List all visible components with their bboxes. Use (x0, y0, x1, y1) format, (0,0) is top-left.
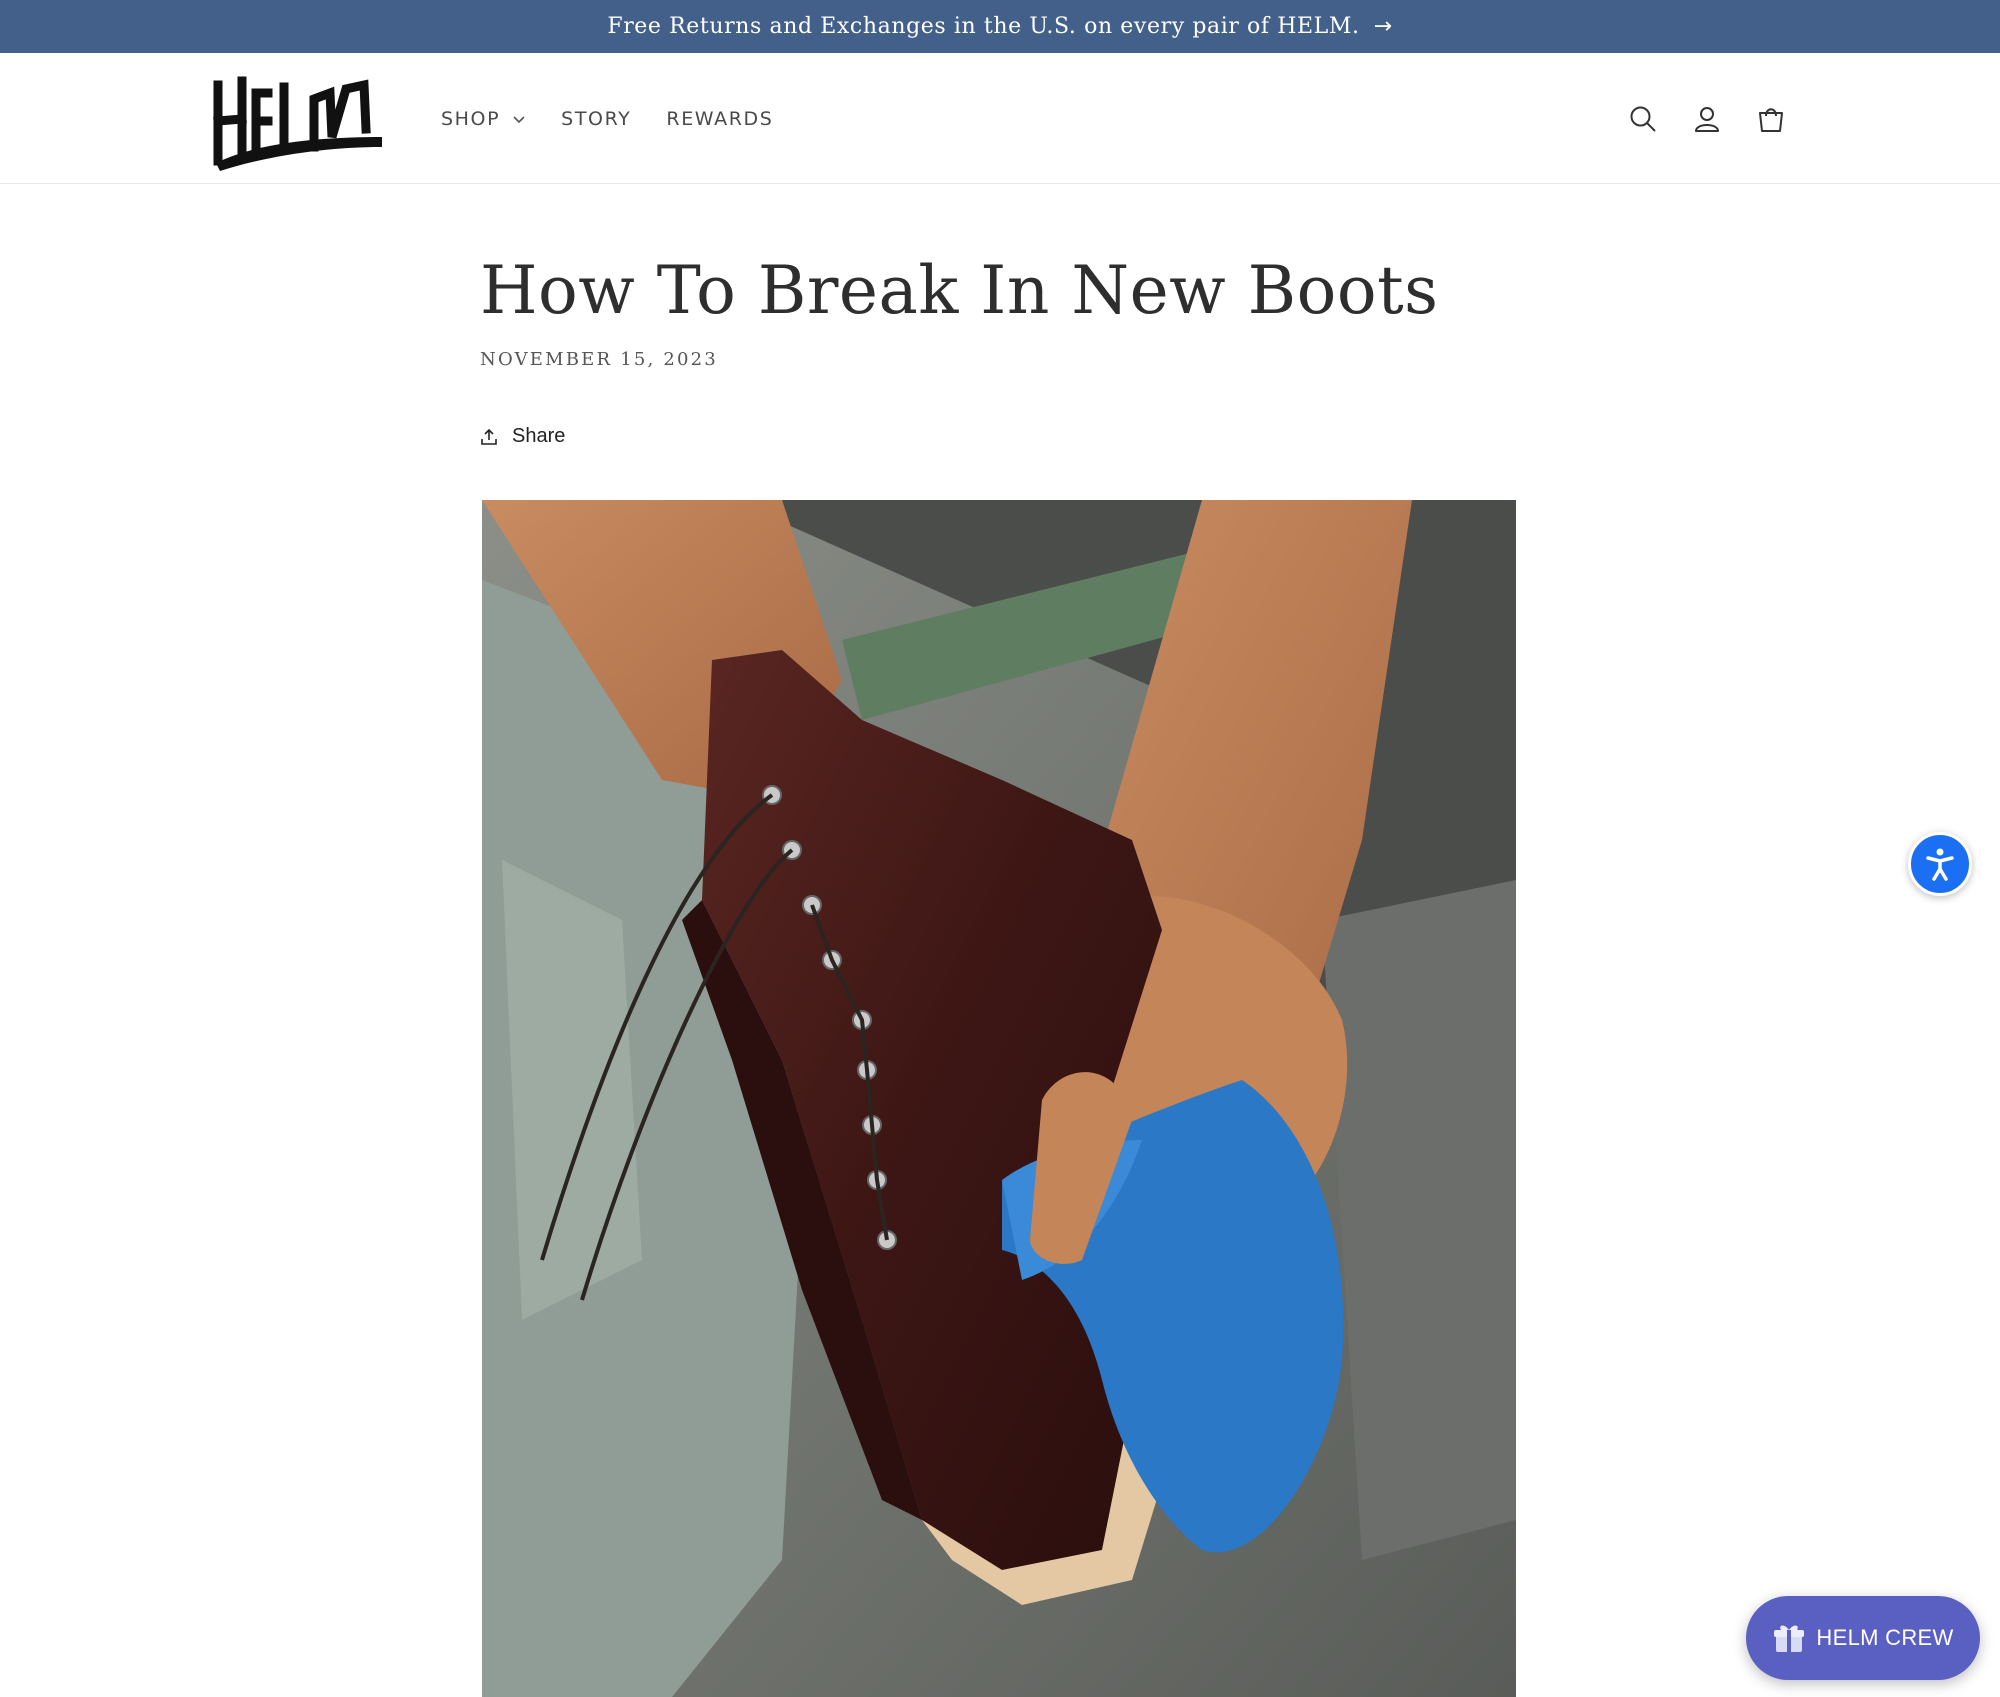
main-nav: SHOP STORY REWARDS (441, 53, 808, 184)
nav-rewards[interactable]: REWARDS (666, 108, 773, 130)
nav-story[interactable]: STORY (561, 108, 631, 130)
announcement-bar[interactable]: Free Returns and Exchanges in the U.S. o… (0, 0, 2000, 53)
search-icon (1630, 106, 1656, 132)
share-button[interactable]: Share (480, 425, 1520, 448)
share-icon (481, 428, 497, 445)
account-icon (1695, 106, 1719, 132)
arrow-right-icon: → (1373, 14, 1393, 39)
nav-shop[interactable]: SHOP (441, 108, 526, 130)
site-header: SHOP STORY REWARDS (0, 53, 2000, 184)
share-label: Share (512, 425, 566, 448)
announcement-text[interactable]: Free Returns and Exchanges in the U.S. o… (607, 14, 1359, 39)
gift-icon (1774, 1625, 1805, 1652)
article: How To Break In New Boots NOVEMBER 15, 2… (480, 184, 1520, 448)
chevron-down-icon (513, 115, 525, 123)
header-icons (1626, 53, 1788, 184)
cart-button[interactable] (1754, 102, 1788, 136)
article-title: How To Break In New Boots (480, 252, 1439, 329)
article-hero-image (482, 500, 1516, 1697)
helm-crew-label: HELM CREW (1816, 1625, 1954, 1650)
accessibility-button[interactable] (1908, 832, 1972, 896)
helm-logo-mark (213, 76, 382, 171)
accessibility-icon (1926, 848, 1954, 881)
search-button[interactable] (1626, 102, 1660, 136)
helm-logo[interactable] (210, 67, 388, 171)
nav-shop-label: SHOP (441, 107, 501, 130)
nav-story-label: STORY (561, 107, 632, 130)
article-date: NOVEMBER 15, 2023 (480, 349, 718, 371)
helm-crew-button[interactable]: HELM CREW (1746, 1596, 1980, 1680)
account-button[interactable] (1690, 102, 1724, 136)
cart-icon (1759, 107, 1783, 132)
boot-photo (482, 500, 1516, 1697)
nav-rewards-label: REWARDS (666, 107, 774, 130)
